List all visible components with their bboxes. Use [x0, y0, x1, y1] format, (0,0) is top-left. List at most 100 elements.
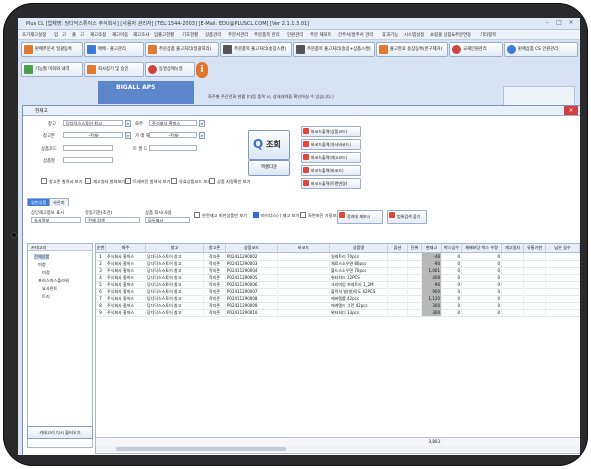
checkbox-safety-stock[interactable]: 안전재고 미만상품만 보기 — [194, 212, 247, 219]
column-header[interactable]: 박스입수 — [442, 244, 462, 252]
search-icon[interactable]: ⌕ — [199, 132, 205, 139]
scrollbar-thumb[interactable] — [116, 447, 286, 451]
staff-button[interactable]: 교재인원관리 — [449, 42, 503, 57]
table-cell — [546, 295, 580, 302]
menu-item[interactable]: 시스템설정 — [404, 32, 424, 38]
tree-node[interactable]: 프러스마스플라워 — [38, 278, 69, 284]
menu-item[interactable]: 재고조사 — [133, 32, 149, 38]
print-barcode-change-button[interactable]: 바코드출력(트렌변경) — [301, 178, 361, 189]
table-row[interactable]: 9 주식회사 홍까스 당다닥스스토어 창고 작지존 P02411290010 위터처디 1… — [96, 309, 580, 317]
bulk-out-button[interactable]: 주문상품 출고처리(일괄처리) — [145, 42, 219, 57]
column-header[interactable]: 상품코드 — [226, 244, 278, 252]
menu-item[interactable]: 재고조정 — [90, 32, 106, 38]
tree-node[interactable]: 미청 — [38, 262, 46, 268]
type-select[interactable]: -전체- — [149, 132, 197, 138]
table-cell: 작지존 — [204, 253, 226, 260]
tab-general[interactable]: 일반상품 — [27, 198, 51, 206]
column-header[interactable]: 순번 — [96, 244, 106, 252]
scan-product-out-button[interactable]: 주문품목 출고처리(송장+상품스캔) — [293, 42, 375, 57]
excel-download-button[interactable]: 엑셀다운 — [248, 160, 290, 176]
company-approve-button[interactable]: 회사정기 및 승인 — [84, 62, 144, 77]
item-select[interactable]: 모두표시 — [145, 217, 190, 223]
menu-item[interactable]: 주문품목 관리 — [254, 32, 280, 38]
column-header[interactable]: 재고일자 — [502, 244, 524, 252]
column-header[interactable]: 상품명 — [330, 244, 388, 252]
sort-select[interactable]: 유사정보 — [31, 217, 81, 223]
menu-item[interactable]: 휴과기능 — [382, 32, 398, 38]
product-name-input[interactable] — [63, 157, 113, 163]
minimize-icon[interactable]: – — [542, 19, 552, 27]
column-header[interactable]: 바코드 — [278, 244, 330, 252]
stock-select[interactable]: 전체 검색 — [85, 217, 140, 223]
menu-item[interactable]: 주문서관리 — [228, 32, 248, 38]
owner-field[interactable]: 주식회사 홍까스 — [149, 120, 197, 126]
tab-gift[interactable]: 사은지 — [49, 198, 69, 206]
checkbox-tracker[interactable]: 트래커진 발혀서 보기 — [125, 178, 170, 185]
print-barcode-code-button[interactable]: 바코드출력(상품코드) — [301, 126, 361, 137]
table-cell: 당다닥스스토어 창고 — [146, 260, 204, 267]
menu-item[interactable]: 입 — [54, 32, 58, 38]
scan-out-button[interactable]: 주문품목 출고처리(송장스캔) — [220, 42, 292, 57]
close-icon[interactable]: × — [564, 106, 578, 115]
invoice-button[interactable]: 출고완료 송장등록(반구제거) — [376, 42, 448, 57]
tree-node[interactable]: 트리 — [42, 294, 50, 300]
menu-item[interactable]: 간주서/방주서 관리 — [338, 32, 373, 38]
apply-button[interactable]: 정과데 재보시 — [337, 210, 383, 224]
search-icon[interactable]: ⌕ — [199, 120, 205, 127]
column-header[interactable]: 옵션 — [388, 244, 408, 252]
checkbox-valid-code[interactable]: 유효상품코드 보기 — [171, 178, 211, 185]
horizontal-scrollbar[interactable] — [96, 446, 580, 452]
order-import-button[interactable]: 판매주문서 일괄등록 — [21, 42, 83, 57]
barcode-input[interactable] — [149, 145, 197, 151]
tree-node[interactable]: 요사면트 — [42, 286, 57, 292]
search-icon[interactable]: ⌕ — [125, 120, 131, 127]
close-icon[interactable]: × — [566, 19, 576, 27]
menu-item[interactable]: 재고이동 — [112, 32, 128, 38]
column-header[interactable]: 화주 — [106, 244, 146, 252]
warehouse-field[interactable]: 당다닥스스토어 창고 — [63, 120, 123, 126]
menu-item[interactable]: 입출고현황 — [154, 32, 174, 38]
menu-item[interactable]: 고 — [80, 32, 84, 38]
video-manual-button[interactable]: 동영상매뉴얼 — [145, 62, 195, 77]
info-icon[interactable]: i — [196, 62, 208, 78]
menu-item[interactable]: 상품관리 — [205, 32, 221, 38]
checkbox-product-check[interactable]: 상품 지정확인 보기 — [209, 178, 250, 185]
checkbox-minus-stock[interactable]: 마이너스(-) 재고 보기 — [253, 212, 299, 219]
detail-search-button[interactable]: 범위검색 옵기 — [387, 210, 427, 224]
column-header[interactable]: 남은 일수 — [546, 244, 580, 252]
menu-item[interactable]: 조기재고설정 — [22, 32, 46, 38]
column-header[interactable]: 창고존 — [204, 244, 226, 252]
column-header[interactable]: 재배포당 박스 수량 — [462, 244, 502, 252]
reload-category-button[interactable]: 카테고리 다시 불러오기 — [27, 426, 93, 439]
menu-item[interactable]: 쇼핑몰 상품&주문연동 — [430, 32, 471, 38]
print-barcode-own-button[interactable]: 바코드출력(자사바코드) — [301, 139, 361, 150]
tree-node[interactable]: 전체상품 — [34, 254, 50, 260]
print-barcode-stock-button[interactable]: 바코드출력(재고코드) — [301, 152, 361, 163]
tree-node[interactable]: 미정 — [42, 270, 50, 276]
column-header[interactable]: 단위 — [408, 244, 422, 252]
search-icon[interactable]: ⌕ — [125, 132, 131, 139]
checkbox-stockdate[interactable]: 재고일자 발혀보기 — [85, 178, 125, 185]
checkbox-margin[interactable]: 화면마진 가정보기 — [300, 212, 340, 219]
menu-item[interactable]: 주문 재포트 — [310, 32, 332, 38]
sales-out-button[interactable]: 매배 · 출고관리 — [84, 42, 144, 57]
maximize-icon[interactable]: □ — [554, 19, 564, 27]
product-code-input[interactable] — [63, 145, 113, 151]
checkbox-location[interactable]: 창고존 발혀서 보기 — [41, 178, 82, 185]
location-select[interactable]: -전체- — [63, 132, 123, 138]
menu-item[interactable]: 고 — [62, 32, 66, 38]
document-icon — [24, 65, 33, 74]
print-barcode-button[interactable]: 바코드출력(바코드) — [301, 165, 361, 176]
feature-history-button[interactable]: 기능별 미화와 내역 — [21, 62, 83, 77]
search-button[interactable]: Q 조회 — [248, 130, 290, 160]
ad-banner[interactable]: BIGALL APS — [98, 81, 194, 104]
column-header[interactable]: 유통기한 — [524, 244, 546, 252]
column-header[interactable]: 창고 — [146, 244, 204, 252]
menu-item[interactable]: 인원관리 — [287, 32, 303, 38]
menu-item[interactable]: 출 — [72, 32, 76, 38]
column-header[interactable]: 현재고 — [422, 244, 442, 252]
menu-item[interactable]: 기타항목 — [480, 32, 496, 38]
table-cell — [278, 253, 330, 260]
menu-item[interactable]: 기초현황 — [182, 32, 198, 38]
cs-button[interactable]: 판매상품 CS 인원관리 — [504, 42, 578, 57]
